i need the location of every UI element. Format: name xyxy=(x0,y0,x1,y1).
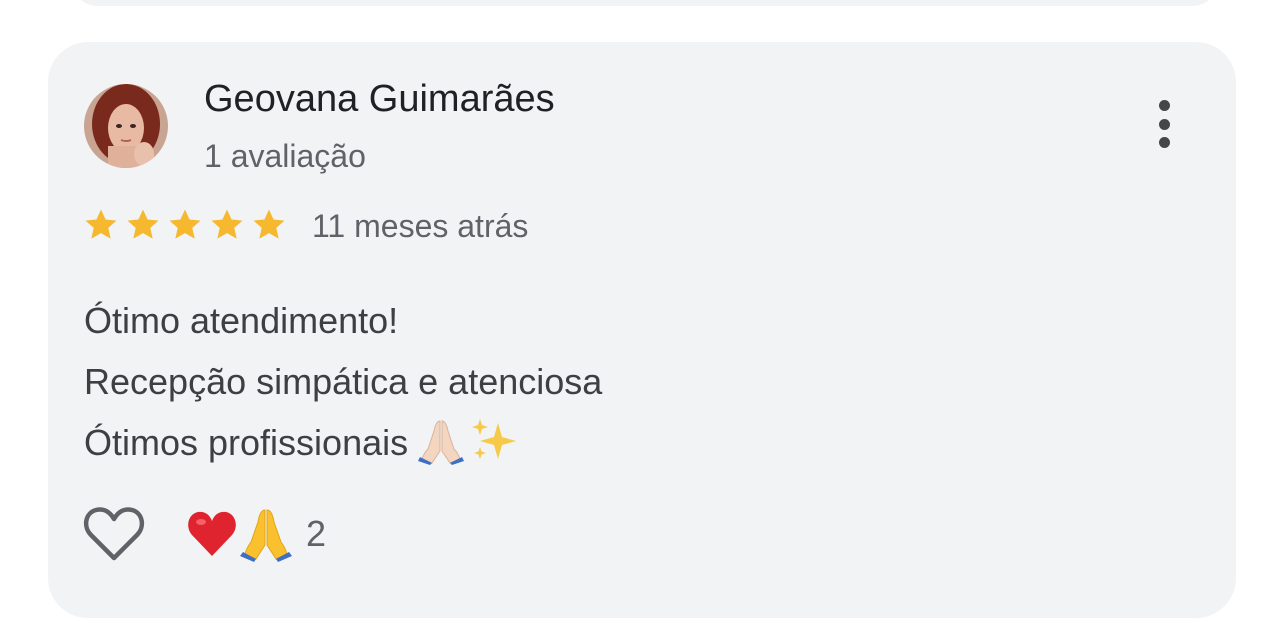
star-icon xyxy=(82,206,120,244)
previous-review-card xyxy=(70,0,1220,6)
more-vertical-icon xyxy=(1158,100,1170,111)
author-name[interactable]: Geovana Guimarães xyxy=(204,78,555,121)
author-review-count: 1 avaliação xyxy=(204,138,366,174)
star-icon xyxy=(124,206,162,244)
review-time: 11 meses atrás xyxy=(312,208,529,244)
more-options-button[interactable] xyxy=(1144,96,1184,152)
red-heart-emoji-icon xyxy=(188,511,236,556)
reactions[interactable]: 2 xyxy=(186,506,326,562)
sparkles-emoji-icon xyxy=(468,415,518,483)
review-text-line: Recepção simpática e atenciosa xyxy=(84,361,603,402)
review-text: Ótimo atendimento! Recepção simpática e … xyxy=(84,290,602,483)
star-rating xyxy=(82,206,288,244)
review-text-line: Ótimo atendimento! xyxy=(84,300,399,341)
review-text-line-with-emoji: Ótimos profissionais xyxy=(84,412,602,483)
like-button[interactable] xyxy=(82,504,146,564)
heart-outline-icon xyxy=(83,507,145,561)
folded-hands-emoji-icon xyxy=(416,415,466,483)
review-text-line: Ótimos profissionais xyxy=(84,422,409,463)
star-icon xyxy=(166,206,204,244)
star-icon xyxy=(208,206,246,244)
avatar[interactable] xyxy=(84,84,168,168)
reaction-count: 2 xyxy=(306,513,327,554)
review-card: Geovana Guimarães 1 avaliação 11 meses a… xyxy=(48,42,1236,618)
star-icon xyxy=(250,206,288,244)
folded-hands-emoji-icon xyxy=(240,509,292,562)
